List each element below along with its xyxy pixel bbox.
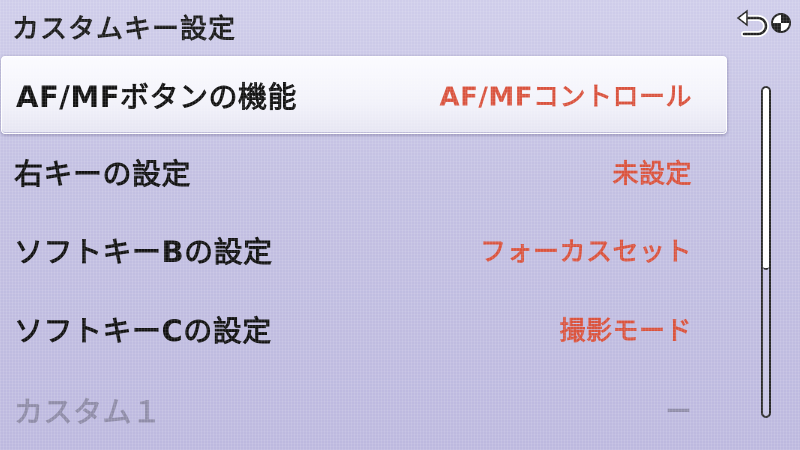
page-title: カスタムキー設定: [12, 14, 236, 45]
scrollbar-thumb[interactable]: [763, 88, 769, 270]
menu-item-label: AF/MFボタンの機能: [16, 80, 298, 114]
menu-item-af-mf-button[interactable]: AF/MFボタンの機能 AF/MFコントロール: [1, 56, 727, 134]
menu-item-value: 未設定: [612, 159, 692, 190]
menu-item-softkey-b[interactable]: ソフトキーBの設定 フォーカスセット: [0, 212, 726, 288]
scrollbar[interactable]: [761, 86, 771, 418]
menu-item-label: ソフトキーBの設定: [14, 235, 273, 269]
menu-item-label: ソフトキーCの設定: [14, 314, 272, 348]
menu-item-custom-1[interactable]: カスタム１ ー: [0, 372, 726, 448]
menu-item-value: AF/MFコントロール: [439, 82, 692, 113]
menu-item-label: カスタム１: [14, 395, 162, 429]
camera-menu-screen: カスタムキー設定 AF/MFボタンの機能 AF/MFコントロール 右キーの設定 …: [0, 0, 800, 450]
dial-button[interactable]: [770, 12, 792, 34]
dial-icon: [771, 13, 791, 33]
menu-item-label: 右キーの設定: [14, 157, 192, 191]
menu-header: カスタムキー設定: [0, 0, 800, 50]
menu-item-value: 撮影モード: [559, 316, 692, 347]
menu-item-softkey-c[interactable]: ソフトキーCの設定 撮影モード: [0, 291, 726, 367]
menu-item-right-key[interactable]: 右キーの設定 未設定: [0, 134, 726, 210]
menu-item-value: ー: [665, 397, 692, 428]
menu-item-value: フォーカスセット: [479, 237, 692, 268]
